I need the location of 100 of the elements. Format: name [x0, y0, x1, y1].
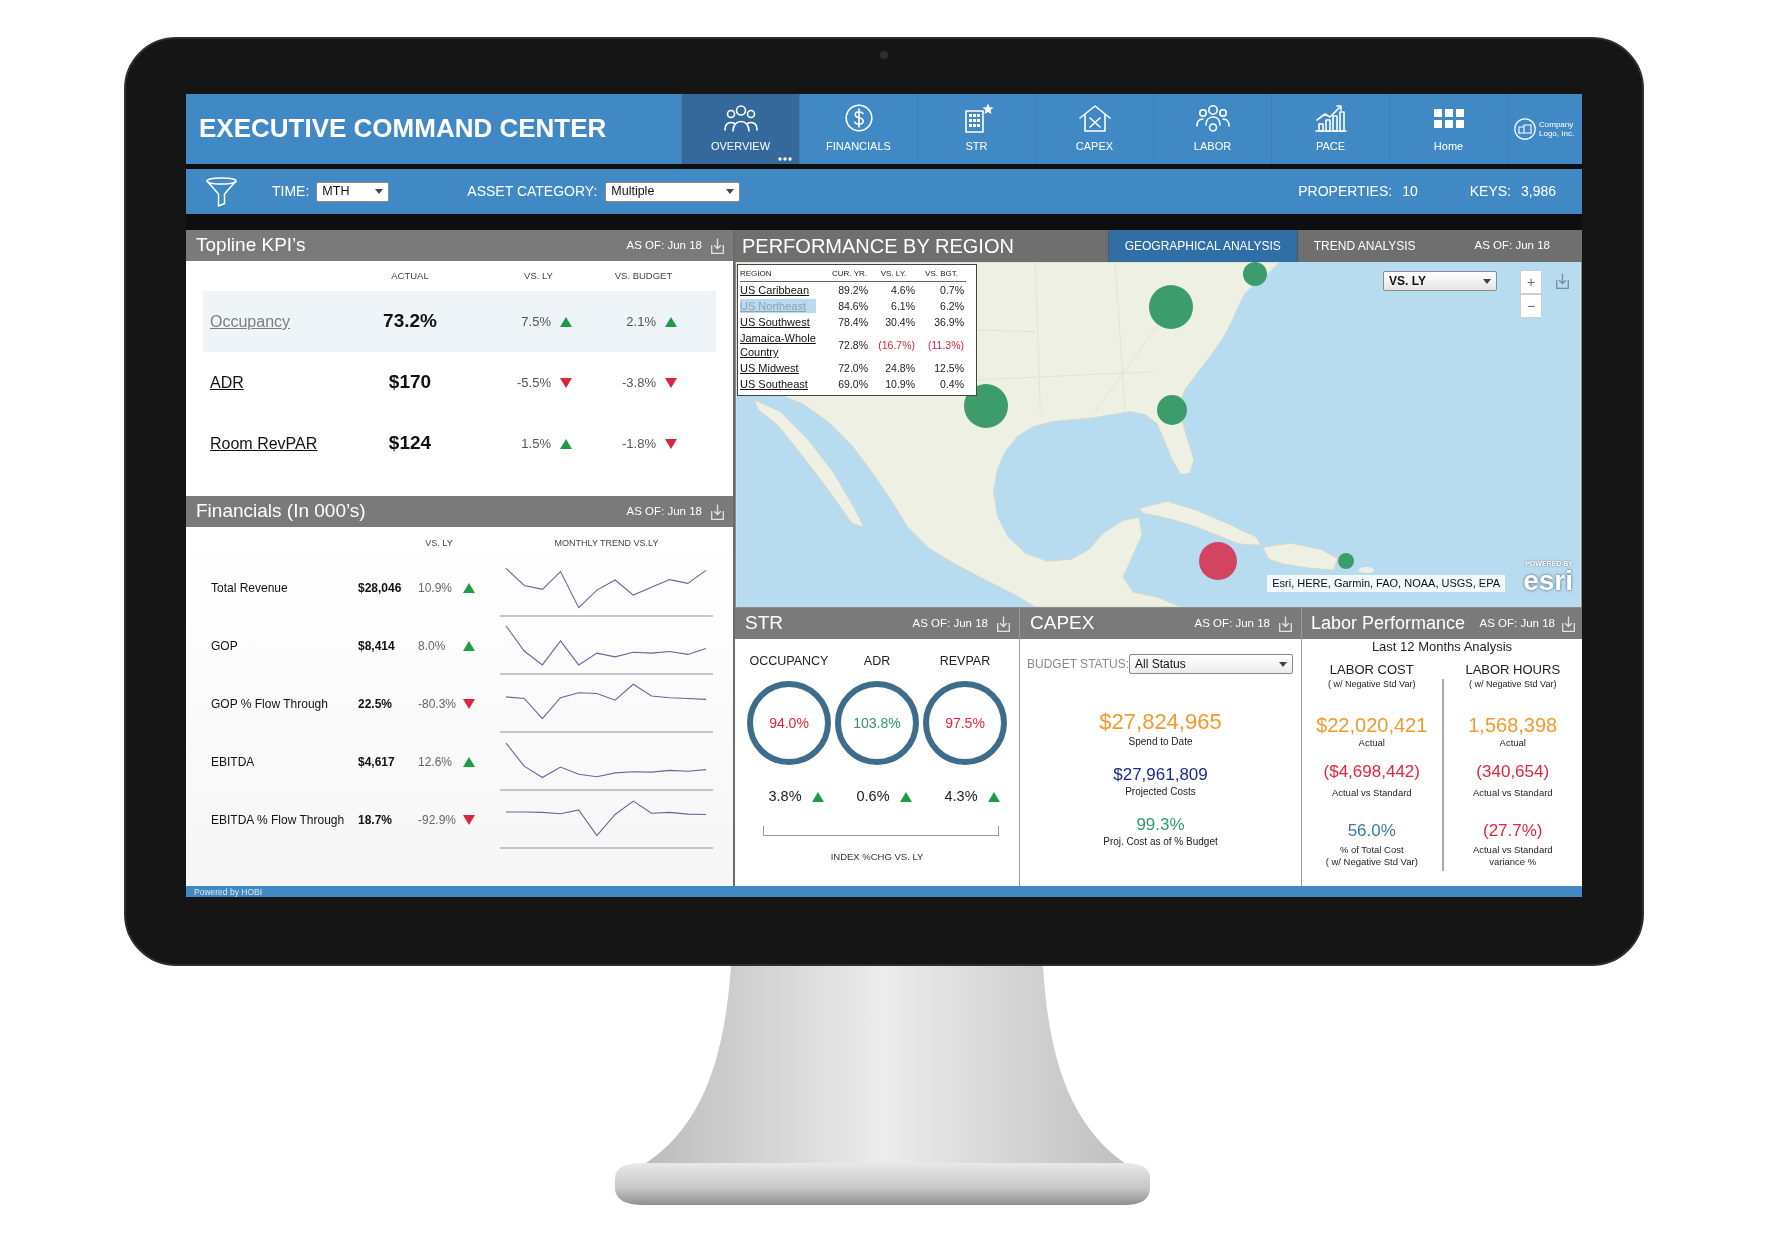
figure-value: ($4,698,442): [1323, 761, 1420, 783]
panel-title: Labor Performance: [1311, 612, 1466, 635]
stat-value: 10: [1402, 183, 1418, 200]
stat-value: 3,986: [1520, 183, 1556, 200]
circle-marker-icon[interactable]: [1157, 395, 1187, 425]
as-of-date: AS OF: Jun 18: [626, 238, 702, 253]
figure-value: 56.0%: [1347, 820, 1396, 842]
app-title: EXECUTIVE COMMAND CENTER: [199, 113, 607, 145]
metric-label: ADR: [863, 653, 891, 669]
region-link[interactable]: Jamaica-Whole Country: [740, 331, 829, 359]
download-icon[interactable]: [1556, 273, 1569, 289]
figure-value: (27.7%): [1483, 820, 1543, 842]
more-dots-icon: [778, 157, 792, 161]
house-cross-icon: [1077, 104, 1112, 132]
bar-chart-arrow-icon: [1314, 104, 1347, 132]
index-value: 97.5%: [945, 714, 985, 732]
table-cell: 78.4%: [838, 315, 868, 329]
change-value: 1.5%: [521, 435, 551, 452]
index-value: 103.8%: [853, 714, 901, 732]
figure-caption: Actual: [1358, 737, 1385, 749]
as-of-date: AS OF: Jun 18: [626, 504, 702, 519]
as-of-date: AS OF: Jun 18: [1194, 616, 1270, 631]
filter-label: TIME:: [272, 183, 310, 200]
zoom-out-button[interactable]: −: [1520, 294, 1542, 318]
compare-select[interactable]: VS. LY: [1383, 271, 1497, 291]
table-cell: (11.3%): [928, 338, 964, 352]
table-cell: 6.1%: [891, 299, 915, 313]
change-value: -1.8%: [622, 435, 656, 452]
panel-title: STR: [745, 612, 783, 635]
column-header: ACTUAL: [391, 270, 429, 282]
table-cell: 6.2%: [940, 299, 964, 313]
table-cell: 4.6%: [891, 283, 915, 297]
panel-title: Financials (In 000’s): [196, 500, 366, 523]
table-cell: 12.5%: [934, 361, 964, 375]
download-icon[interactable]: [711, 237, 724, 254]
people-badge-icon: [1195, 104, 1230, 132]
nav-tab[interactable]: OVERVIEW: [681, 94, 799, 164]
kpi-value: $170: [388, 371, 432, 394]
figure-caption: Spend to Date: [1128, 735, 1193, 748]
tab[interactable]: GEOGRAPHICAL ANALYSIS: [1107, 230, 1297, 262]
circle-marker-icon[interactable]: [1199, 542, 1237, 580]
map-attribution: Esri, HERE, Garmin, FAO, NOAA, USGS, EPA: [1267, 575, 1505, 593]
zoom-in-button[interactable]: +: [1520, 270, 1542, 294]
circle-marker-icon[interactable]: [1243, 262, 1267, 286]
change-value: -3.8%: [622, 374, 656, 391]
stat-label: KEYS:: [1469, 183, 1511, 200]
region-link[interactable]: US Caribbean: [740, 283, 810, 297]
figure-value: $22,020,421: [1316, 713, 1428, 737]
grid-icon: [1433, 108, 1464, 128]
filter-label: BUDGET STATUS:: [1027, 656, 1129, 672]
download-icon[interactable]: [1562, 615, 1575, 632]
download-icon[interactable]: [997, 615, 1010, 632]
category-select[interactable]: Multiple: [605, 181, 741, 202]
panel-title: CAPEX: [1030, 612, 1095, 635]
circle-marker-icon[interactable]: [1149, 285, 1193, 329]
filter-label: ASSET CATEGORY:: [467, 183, 598, 200]
panel-title: PERFORMANCE BY REGION: [742, 234, 1014, 258]
status-select[interactable]: All Status: [1129, 654, 1293, 674]
kpi-link[interactable]: Room RevPAR: [210, 433, 318, 454]
figure-caption: Actual vs Standard: [1472, 787, 1553, 799]
table-cell: 84.6%: [838, 299, 868, 313]
change-value: 3.8%: [768, 788, 802, 806]
figure-value: (340,654): [1476, 761, 1550, 783]
download-icon[interactable]: [1279, 615, 1292, 632]
column-subheading: ( w/ Negative Std Var): [1328, 678, 1416, 690]
kpi-value: 73.2%: [383, 310, 437, 333]
change-value: 7.5%: [521, 313, 551, 330]
filter-icon[interactable]: [206, 176, 237, 207]
table-cell: 89.2%: [838, 283, 868, 297]
figure-caption: % of Total Cost ( w/ Negative Std Var): [1325, 844, 1418, 868]
people-group-icon: [723, 104, 758, 132]
metric-name: GOP: [211, 638, 238, 654]
table-cell: 36.9%: [934, 315, 964, 329]
metric-value: 22.5%: [358, 696, 393, 712]
table-cell: (16.7%): [878, 338, 915, 352]
metric-name: EBITDA % Flow Through: [211, 812, 345, 828]
column-header: VS. BGT.: [925, 269, 958, 279]
column-heading: LABOR HOURS: [1465, 662, 1561, 678]
region-link[interactable]: US Midwest: [740, 361, 799, 375]
circle-marker-icon[interactable]: [964, 384, 1008, 428]
table-cell: 69.0%: [838, 377, 868, 391]
figure-value: $27,824,965: [1099, 709, 1222, 735]
region-link[interactable]: US Southeast: [740, 377, 808, 391]
kpi-link[interactable]: ADR: [210, 372, 244, 393]
kpi-link[interactable]: Occupancy: [210, 311, 291, 332]
kpi-value: $124: [388, 432, 432, 455]
region-link[interactable]: US Southwest: [740, 315, 810, 329]
column-header: MONTHLY TREND VS.LY: [554, 537, 659, 549]
change-value: 0.6%: [856, 788, 890, 806]
time-select[interactable]: MTH: [316, 181, 390, 202]
figure-value: 1,568,398: [1468, 713, 1558, 737]
figure-caption: Actual vs Standard: [1331, 787, 1412, 799]
circle-marker-icon[interactable]: [1338, 553, 1354, 569]
panel-title: Topline KPI’s: [196, 234, 306, 257]
column-header: VS. LY: [425, 537, 453, 549]
table-cell: 72.0%: [838, 361, 868, 375]
figure-value: 99.3%: [1136, 815, 1185, 835]
download-icon[interactable]: [711, 503, 724, 520]
column-header: REGION: [740, 269, 772, 279]
as-of-date: AS OF: Jun 18: [912, 616, 988, 631]
